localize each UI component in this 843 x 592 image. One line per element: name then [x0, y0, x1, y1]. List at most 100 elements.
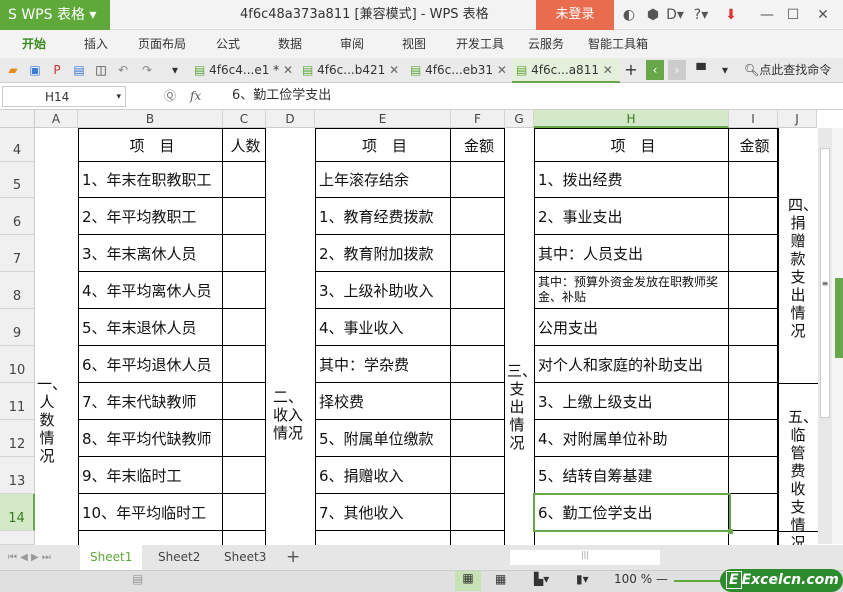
cell-F12[interactable]: [451, 420, 505, 457]
normal-view-icon[interactable]: ▦: [455, 571, 481, 591]
cell-I14[interactable]: [729, 494, 778, 531]
cell-I5[interactable]: [729, 162, 778, 198]
pdf-icon[interactable]: P: [48, 60, 66, 80]
doc-tab[interactable]: ▤ 4f6c...b421 ✕: [298, 58, 402, 83]
cell-E13[interactable]: 6、捐赠收入: [315, 457, 451, 494]
cell-row15[interactable]: [729, 531, 778, 545]
cell-H5[interactable]: 1、拨出经费: [534, 162, 729, 198]
scroll-thumb[interactable]: ≡: [820, 148, 830, 418]
name-box[interactable]: H14 ▾: [2, 86, 126, 107]
cell-row15[interactable]: [451, 531, 505, 545]
row-header-5[interactable]: 5: [0, 162, 35, 198]
zoom-out-icon[interactable]: —: [656, 572, 668, 586]
cell-I7[interactable]: [729, 235, 778, 272]
header-cell-h[interactable]: 项 目: [534, 128, 729, 162]
row-header-10[interactable]: 10: [0, 346, 35, 383]
cell-B5[interactable]: 1、年末在职教职工: [78, 162, 223, 198]
sheet-tab-1[interactable]: Sheet1: [80, 545, 143, 570]
cell-B12[interactable]: 8、年平均代缺教师: [78, 420, 223, 457]
cell-C12[interactable]: [223, 420, 266, 457]
doc-tab[interactable]: ▤ 4f6c4...e1 * ✕: [190, 58, 294, 83]
maximize-button[interactable]: ☐: [782, 0, 804, 30]
cell-E10[interactable]: 其中：学杂费: [315, 346, 451, 383]
cell-E11[interactable]: 择校费: [315, 383, 451, 420]
row-header-12[interactable]: 12: [0, 420, 35, 457]
cell-H8[interactable]: 其中：预算外资金发放在职教师奖金、补贴: [534, 272, 729, 309]
cell-B11[interactable]: 7、年末代缺教师: [78, 383, 223, 420]
cell-H6[interactable]: 2、事业支出: [534, 198, 729, 235]
page-break-view-icon[interactable]: ▦: [495, 572, 506, 586]
cell-E6[interactable]: 1、教育经费拨款: [315, 198, 451, 235]
save-icon[interactable]: ▣: [26, 60, 44, 80]
sheet-nav-icons[interactable]: ⏮ ◀ ▶ ⏭: [8, 545, 51, 570]
menu-tab-7[interactable]: 开发工具: [456, 30, 504, 58]
hscroll-thumb[interactable]: |||: [510, 550, 660, 565]
cell-E12[interactable]: 5、附属单位缴款: [315, 420, 451, 457]
cell-row15[interactable]: [78, 531, 223, 545]
menu-tab-6[interactable]: 视图: [402, 30, 426, 58]
column-header-G[interactable]: G: [505, 110, 534, 128]
login-button[interactable]: 未登录: [536, 0, 614, 30]
header-cell-c[interactable]: 人数: [223, 128, 266, 162]
cell-E7[interactable]: 2、教育附加拨款: [315, 235, 451, 272]
close-tab-icon[interactable]: ✕: [603, 63, 613, 77]
cell-C11[interactable]: [223, 383, 266, 420]
fill-handle[interactable]: [728, 529, 733, 534]
menu-tab-0[interactable]: 开始: [22, 30, 46, 58]
menu-tab-8[interactable]: 云服务: [528, 30, 564, 58]
reading-mode-icon[interactable]: ▙▾: [534, 572, 549, 586]
column-header-D[interactable]: D: [266, 110, 315, 128]
column-header-H[interactable]: H: [534, 110, 729, 128]
cell-E5[interactable]: 上年滚存结余: [315, 162, 451, 198]
menu-tab-4[interactable]: 数据: [278, 30, 302, 58]
cell-C9[interactable]: [223, 309, 266, 346]
skin-icon[interactable]: ◐: [618, 0, 640, 30]
side-panel-toggle[interactable]: [835, 278, 843, 358]
cell-H13[interactable]: 5、结转自筹基建: [534, 457, 729, 494]
cell-C13[interactable]: [223, 457, 266, 494]
cell-F9[interactable]: [451, 309, 505, 346]
horizontal-scrollbar[interactable]: |||: [500, 549, 800, 566]
cell-F13[interactable]: [451, 457, 505, 494]
cell-F14[interactable]: [451, 494, 505, 531]
merged-cell-G[interactable]: 三、支出情况: [507, 362, 537, 452]
menu-tab-9[interactable]: 智能工具箱: [588, 30, 648, 58]
cell-F7[interactable]: [451, 235, 505, 272]
column-header-F[interactable]: F: [451, 110, 505, 128]
cell-E8[interactable]: 3、上级补助收入: [315, 272, 451, 309]
cell-B13[interactable]: 9、年末临时工: [78, 457, 223, 494]
menu-tab-1[interactable]: 插入: [84, 30, 108, 58]
dropdown-icon[interactable]: ▾: [166, 60, 184, 80]
cell-C7[interactable]: [223, 235, 266, 272]
cell-B7[interactable]: 3、年末离休人员: [78, 235, 223, 272]
cell-B6[interactable]: 2、年平均教职工: [78, 198, 223, 235]
zoom-formula-icon[interactable]: Ⓠ: [164, 86, 176, 107]
column-header-J[interactable]: J: [778, 110, 817, 128]
close-tab-icon[interactable]: ✕: [389, 63, 399, 77]
row-header-15[interactable]: [0, 531, 35, 545]
row-header-11[interactable]: 11: [0, 383, 35, 420]
new-tab-icon[interactable]: +: [622, 60, 640, 80]
doc-tab[interactable]: ▤ 4f6c...eb31 ✕: [406, 58, 510, 83]
cell-C10[interactable]: [223, 346, 266, 383]
download-icon[interactable]: ⬇: [720, 0, 742, 30]
cell-B8[interactable]: 4、年平均离休人员: [78, 272, 223, 309]
wps-menu-button[interactable]: S WPS 表格 ▾: [0, 0, 110, 30]
tab-next-icon[interactable]: ›: [668, 60, 686, 80]
merged-cell-J5[interactable]: 四、捐赠款支出情况: [788, 196, 818, 340]
cell-B14[interactable]: 10、年平均临时工: [78, 494, 223, 531]
cell-C5[interactable]: [223, 162, 266, 198]
cell-B10[interactable]: 6、年平均退休人员: [78, 346, 223, 383]
vertical-scrollbar[interactable]: ≡: [818, 128, 832, 544]
row-header-14[interactable]: 14: [0, 494, 35, 531]
eye-protect-icon[interactable]: ▮▾: [576, 572, 589, 586]
cell-H7[interactable]: 其中：人员支出: [534, 235, 729, 272]
select-all-corner[interactable]: [0, 110, 35, 128]
row-header-6[interactable]: 6: [0, 198, 35, 235]
cell-F10[interactable]: [451, 346, 505, 383]
settings-icon[interactable]: ⬢: [642, 0, 664, 30]
sheet-tab-3[interactable]: Sheet3: [214, 545, 276, 570]
doc-tab[interactable]: ▤ 4f6c...a811 ✕: [512, 58, 620, 83]
cell-I6[interactable]: [729, 198, 778, 235]
cell-I13[interactable]: [729, 457, 778, 494]
